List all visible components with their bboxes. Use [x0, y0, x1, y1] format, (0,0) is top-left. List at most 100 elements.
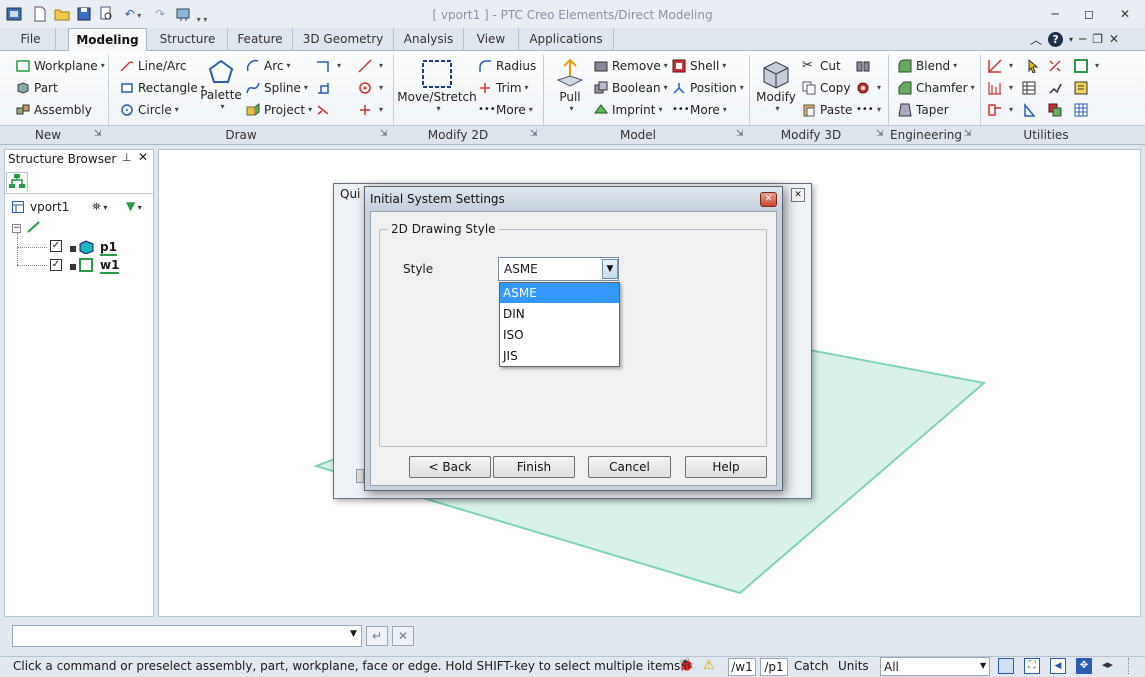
radius-button[interactable]: Radius [478, 56, 536, 76]
chamfer-button[interactable]: Chamfer ▾ [898, 78, 975, 98]
style-option-din[interactable]: DIN [500, 304, 619, 324]
offset-tool[interactable] [316, 78, 334, 98]
new-file-icon[interactable] [32, 6, 48, 22]
boolean-button[interactable]: Boolean ▾ [594, 78, 668, 98]
browser-close-icon[interactable]: ✕ [138, 150, 148, 164]
command-input[interactable] [12, 625, 362, 647]
group-launcher-icon[interactable]: ⇲ [964, 129, 972, 139]
undo-icon[interactable]: ↶ ▾ [120, 6, 146, 22]
doc-minimize-icon[interactable]: ─ [1079, 32, 1086, 46]
settings-icon[interactable]: ▾ ▾ [174, 6, 208, 24]
model-more-button[interactable]: ••• More ▾ [672, 100, 727, 120]
modify2d-more-button[interactable]: ••• More ▾ [478, 100, 533, 120]
maximize-icon[interactable]: ◻ [1078, 6, 1100, 22]
print-preview-icon[interactable] [98, 6, 114, 22]
enter-icon[interactable]: ↵ [366, 626, 388, 646]
browser-root-label[interactable]: vport1 [30, 200, 69, 214]
center-point-tool[interactable]: ▾ [358, 78, 383, 98]
group-launcher-icon[interactable]: ⇲ [736, 129, 744, 139]
palette-button[interactable]: Palette ▾ [200, 58, 242, 111]
resize-grip-icon[interactable] [1128, 658, 1142, 674]
pin-icon[interactable]: ⊥ [122, 151, 132, 164]
tab-analysis[interactable]: Analysis [394, 28, 464, 51]
units-button[interactable]: Units [838, 659, 869, 673]
redo-icon[interactable]: ↷ [152, 6, 168, 22]
group-launcher-icon[interactable]: ⇲ [94, 129, 102, 139]
style-option-iso[interactable]: ISO [500, 325, 619, 345]
utility-table-tool[interactable] [1022, 78, 1040, 98]
modify3d-more-button[interactable]: ••• ▾ [856, 100, 881, 120]
help-button[interactable]: Help [685, 456, 767, 478]
copy-button[interactable]: Copy [802, 78, 850, 98]
command-history-dropdown[interactable]: ▼ [350, 629, 357, 639]
utility-dimension-tool[interactable] [1048, 56, 1066, 76]
help-icon[interactable]: ? [1048, 31, 1064, 47]
paste-button[interactable]: Paste [802, 100, 852, 120]
tree-collapse-icon[interactable]: − [12, 224, 21, 233]
utility-frame-tool[interactable]: ▾ [1074, 56, 1099, 76]
filter-icon[interactable]: ▼ ▾ [126, 199, 142, 213]
warning-icon[interactable]: ⚠ [703, 658, 715, 673]
line-arc-button[interactable]: Line/Arc [120, 56, 187, 76]
ribbon-collapse-icon[interactable]: ︿ [1030, 31, 1042, 48]
modify-button[interactable]: Modify ▾ [756, 58, 796, 113]
move-stretch-button[interactable]: Move/Stretch ▾ [397, 58, 477, 113]
workplane-button[interactable]: Workplane ▾ [16, 56, 105, 76]
tab-feature[interactable]: Feature [228, 28, 293, 51]
group-launcher-icon[interactable]: ⇲ [380, 129, 388, 139]
app-menu-icon[interactable] [6, 6, 22, 22]
assembly-button[interactable]: Assembly [16, 100, 92, 120]
quick-start-close-icon[interactable]: ✕ [791, 188, 805, 202]
save-icon[interactable] [76, 6, 92, 22]
imprint-button[interactable]: Imprint ▾ [594, 100, 662, 120]
blend-button[interactable]: Blend ▾ [898, 56, 957, 76]
pan-icon[interactable]: ✥ [1076, 658, 1092, 674]
previous-view-icon[interactable]: ◀ [1050, 658, 1066, 674]
binoculars-icon[interactable]: ⛯ ▾ [92, 200, 107, 214]
active-part[interactable]: /p1 [760, 658, 788, 676]
doc-close-icon[interactable]: ✕ [1109, 32, 1119, 46]
tree-item-p1[interactable]: p1 [100, 240, 117, 256]
view-window-icon[interactable] [998, 658, 1014, 674]
utility-grid-tool[interactable]: ▾ [988, 78, 1013, 98]
bug-icon[interactable]: 🐞 [678, 658, 694, 673]
utility-select-tool[interactable] [1026, 56, 1044, 76]
tab-modeling[interactable]: Modeling [68, 28, 147, 52]
group-launcher-icon[interactable]: ⇲ [876, 129, 884, 139]
open-file-icon[interactable] [54, 6, 70, 22]
back-button[interactable]: < Back [409, 456, 491, 478]
finish-button[interactable]: Finish [493, 456, 575, 478]
catch-button[interactable]: Catch [794, 659, 829, 673]
tab-applications[interactable]: Applications [519, 28, 614, 51]
pattern-tool[interactable]: ▾ [856, 78, 881, 98]
cancel-command-icon[interactable]: ✕ [392, 626, 414, 646]
tab-view[interactable]: View [464, 28, 519, 51]
group-launcher-icon[interactable]: ⇲ [530, 129, 538, 139]
utility-collision-tool[interactable] [1048, 100, 1066, 120]
zoom-fit-icon[interactable]: ⛶ [1024, 658, 1040, 674]
project-button[interactable]: Project ▾ [246, 100, 312, 120]
shell-button[interactable]: Shell ▾ [672, 56, 726, 76]
taper-button[interactable]: Taper [898, 100, 949, 120]
minimize-icon[interactable]: ─ [1044, 6, 1066, 22]
style-option-jis[interactable]: JIS [500, 346, 619, 366]
dialog-close-icon[interactable]: ✕ [760, 192, 777, 207]
p1-visibility-checkbox[interactable]: ✓ [50, 240, 62, 252]
trim-button[interactable]: Trim ▾ [478, 78, 529, 98]
browser-tree-tab[interactable] [6, 172, 28, 192]
tab-structure[interactable]: Structure [148, 28, 228, 51]
point-tool[interactable]: ▾ [358, 100, 383, 120]
utility-calculator-tool[interactable] [1074, 100, 1092, 120]
position-button[interactable]: Position ▾ [672, 78, 744, 98]
arc-button[interactable]: Arc ▾ [246, 56, 291, 76]
tab-3d-geometry[interactable]: 3D Geometry [293, 28, 394, 51]
utility-report-tool[interactable] [1074, 78, 1092, 98]
utility-check-tool[interactable] [1022, 100, 1040, 120]
style-option-asme[interactable]: ASME [500, 283, 619, 303]
chevron-down-icon[interactable]: ▼ [980, 661, 986, 670]
circle-button[interactable]: Circle ▾ [120, 100, 179, 120]
cut-button[interactable]: ✂ Cut [802, 56, 841, 76]
utility-clip-tool[interactable]: ▾ [988, 100, 1013, 120]
mirror-tool[interactable] [316, 100, 334, 120]
tab-file[interactable]: File [6, 28, 56, 51]
